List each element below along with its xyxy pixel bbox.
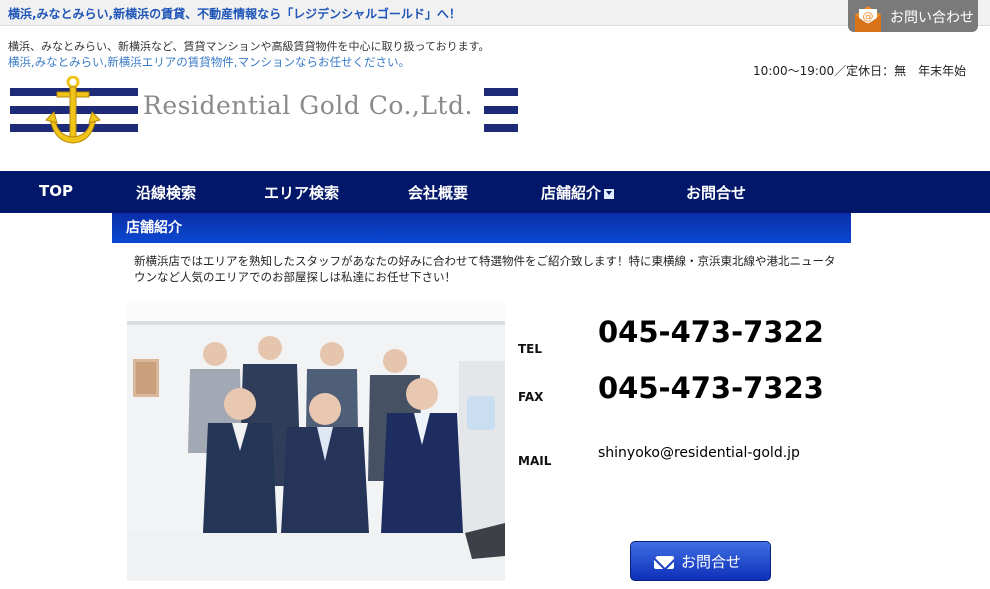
- logo-wordmark: Residential Gold Co.,Ltd.: [143, 91, 473, 120]
- business-hours: 10:00〜19:00／定休日：無 年末年始: [753, 64, 967, 78]
- staff-front-row: [203, 378, 463, 533]
- tel-label: TEL: [518, 342, 543, 356]
- main-nav: TOP 沿線検索 エリア検索 会社概要 店舗紹介 お問合せ: [0, 171, 990, 213]
- mail-icon: @: [855, 6, 881, 32]
- tel-number[interactable]: 045-473-7322: [598, 315, 824, 349]
- contact-button[interactable]: お問合せ: [630, 541, 771, 581]
- top-banner: 横浜,みなとみらい,新横浜の賃貸、不動産情報なら「レジデンシャルゴールド」へ！: [0, 0, 990, 26]
- nav-item-contact[interactable]: お問合せ: [686, 182, 746, 203]
- intro-subtext: 横浜,みなとみらい,新横浜エリアの賃貸物件,マンションならお任せください。: [8, 55, 410, 69]
- contact-tab-button[interactable]: @ お問い合わせ: [848, 0, 978, 32]
- mail-address[interactable]: shinyoko@residential-gold.jp: [598, 445, 800, 461]
- nav-item-stores-label: 店舗紹介: [541, 184, 602, 202]
- store-description: 新横浜店ではエリアを熟知したスタッフがあなたの好みに合わせて特選物件をご紹介致し…: [134, 254, 836, 284]
- chevron-down-icon: [604, 189, 615, 199]
- nav-item-line-search[interactable]: 沿線検索: [136, 182, 196, 203]
- nav-item-top[interactable]: TOP: [39, 182, 73, 200]
- fax-number: 045-473-7323: [598, 371, 824, 405]
- logo-stripes-right: [484, 88, 518, 132]
- mail-label: MAIL: [518, 454, 552, 468]
- section-title: 店舗紹介: [112, 213, 851, 243]
- fax-label: FAX: [518, 390, 544, 404]
- nav-item-stores[interactable]: 店舗紹介: [541, 182, 615, 203]
- nav-item-company[interactable]: 会社概要: [408, 182, 468, 203]
- envelope-icon: [654, 556, 674, 569]
- intro-text: 横浜、みなとみらい、新横浜など、賃貸マンションや高級賃貸物件を中心に取り扱ってお…: [8, 40, 490, 53]
- site-tagline: 横浜,みなとみらい,新横浜の賃貸、不動産情報なら「レジデンシャルゴールド」へ！: [8, 7, 461, 21]
- svg-text:@: @: [863, 10, 874, 23]
- staff-photo: [127, 301, 505, 581]
- contact-tab-label: お問い合わせ: [890, 10, 974, 26]
- contact-button-label: お問合せ: [681, 553, 742, 571]
- nav-item-area-search[interactable]: エリア検索: [264, 182, 339, 203]
